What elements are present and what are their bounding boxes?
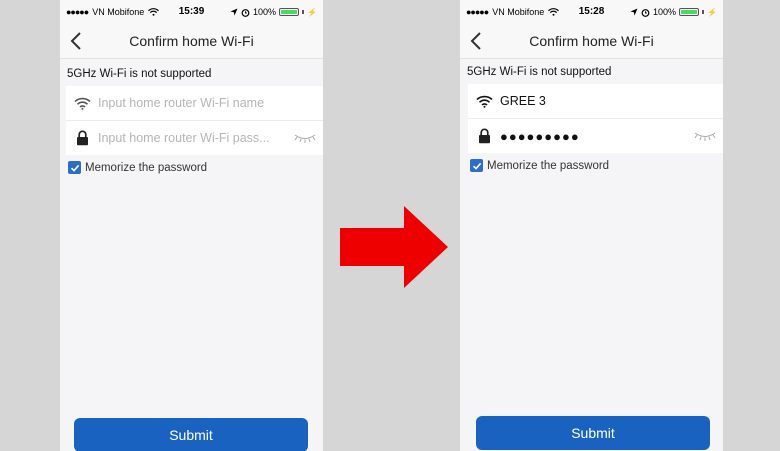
memorize-password-checkbox[interactable]: Memorize the password bbox=[60, 155, 323, 174]
wifi-password-value[interactable]: ●●●●●●●●● bbox=[500, 129, 693, 144]
status-bar: ●●●●● VN Mobifone 15:39 100% ⚡ bbox=[60, 0, 323, 24]
lock-icon bbox=[72, 130, 92, 146]
alarm-icon bbox=[641, 8, 650, 17]
wifi-password-row bbox=[66, 121, 323, 155]
page-title: Confirm home Wi-Fi bbox=[529, 33, 654, 49]
status-bar: ●●●●● VN Mobifone 15:28 100% ⚡ bbox=[460, 0, 723, 24]
wifi-name-row: GREE 3 bbox=[468, 84, 723, 119]
battery-icon bbox=[279, 8, 300, 16]
phone-screen-after: ●●●●● VN Mobifone 15:28 100% ⚡ Confirm h… bbox=[460, 0, 723, 451]
memorize-password-label: Memorize the password bbox=[85, 161, 208, 174]
wifi-credentials-form bbox=[66, 86, 323, 155]
memorize-password-label: Memorize the password bbox=[487, 159, 610, 172]
closed-eye-icon[interactable] bbox=[693, 130, 717, 142]
submit-button[interactable]: Submit bbox=[476, 416, 710, 450]
battery-percent: 100% bbox=[253, 7, 277, 17]
wifi-name-value[interactable]: GREE 3 bbox=[500, 94, 723, 108]
wifi-name-input[interactable] bbox=[98, 96, 323, 110]
wifi-password-row: ●●●●●●●●● bbox=[468, 119, 723, 153]
alarm-icon bbox=[241, 8, 250, 17]
location-arrow-icon bbox=[630, 8, 638, 16]
submit-button[interactable]: Submit bbox=[74, 418, 308, 451]
wifi-name-row bbox=[66, 86, 323, 121]
wifi-band-warning: 5GHz Wi-Fi is not supported bbox=[467, 66, 612, 78]
nav-bar: Confirm home Wi-Fi bbox=[460, 24, 723, 59]
charging-bolt-icon: ⚡ bbox=[307, 7, 317, 17]
wifi-credentials-form: GREE 3 ●●●●●●●●● bbox=[468, 84, 723, 153]
phone-screen-before: ●●●●● VN Mobifone 15:39 100% ⚡ Confirm h… bbox=[60, 0, 323, 451]
checkmark-icon bbox=[68, 161, 81, 174]
checkmark-icon bbox=[470, 159, 483, 172]
nav-bar: Confirm home Wi-Fi bbox=[60, 24, 323, 59]
right-arrow-icon bbox=[340, 206, 448, 288]
location-arrow-icon bbox=[230, 8, 238, 16]
wifi-icon bbox=[72, 97, 92, 110]
wifi-band-warning: 5GHz Wi-Fi is not supported bbox=[67, 68, 212, 80]
wifi-icon bbox=[474, 95, 494, 108]
page-title: Confirm home Wi-Fi bbox=[129, 33, 254, 49]
memorize-password-checkbox[interactable]: Memorize the password bbox=[460, 153, 723, 172]
wifi-password-input[interactable] bbox=[98, 131, 293, 145]
battery-icon bbox=[679, 8, 700, 16]
charging-bolt-icon: ⚡ bbox=[707, 7, 717, 17]
lock-icon bbox=[474, 128, 494, 144]
closed-eye-icon[interactable] bbox=[293, 132, 317, 144]
battery-percent: 100% bbox=[653, 7, 677, 17]
